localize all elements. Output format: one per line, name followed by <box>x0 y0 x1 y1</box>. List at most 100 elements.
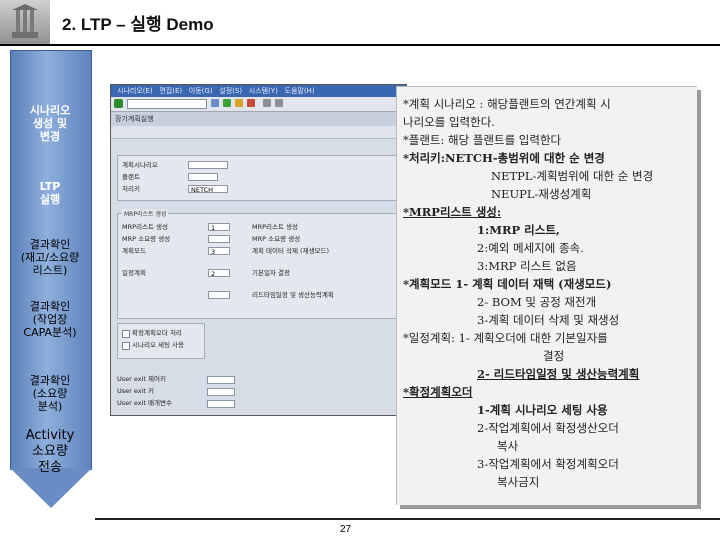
sap-menubar: 시나리오(E) 편집(E) 이동(G) 설정(S) 시스템(Y) 도움말(H) <box>111 85 406 97</box>
note-line: 3-계획 데이터 삭제 및 재생성 <box>477 313 620 327</box>
user-exit-param-input[interactable] <box>207 400 235 408</box>
step-line: 변경 <box>39 130 61 143</box>
process-bar: 시나리오 생성 및 변경 LTP 실행 결과확인 (재고/소요량 리스트) 결과… <box>10 50 92 508</box>
mrp-req-input[interactable] <box>208 235 230 243</box>
step-line: 소요량 <box>32 444 68 459</box>
field-label: MRP 소요량 생성 <box>122 235 171 243</box>
enter-icon[interactable] <box>114 99 123 108</box>
option-label: 계획 데이터 삭제 (재생모드) <box>252 247 330 255</box>
note-line: *계획 시나리오 : 해당플랜트의 연간계획 시 <box>403 95 611 113</box>
step-activity: Activity 소요량 전송 <box>10 428 90 476</box>
option-label: 기본일자 결정 <box>252 269 290 277</box>
save-icon[interactable] <box>211 99 219 107</box>
note-line: 3:MRP 리스트 없음 <box>477 259 577 273</box>
header-divider <box>0 44 720 46</box>
user-exit-key-input[interactable] <box>207 376 235 384</box>
page-number: 27 <box>340 524 352 535</box>
group-title: MRP리스트 생성 <box>122 209 169 218</box>
sap-toolbar <box>111 97 406 112</box>
step-line: CAPA분석) <box>23 326 77 339</box>
step-result-capa: 결과확인 (작업장 CAPA분석) <box>10 300 90 339</box>
user-exit-input[interactable] <box>207 388 235 396</box>
user-exit-label: User exit 제어키 <box>117 375 166 383</box>
menu-item[interactable]: 시나리오(E) <box>117 87 153 95</box>
step-result-stock: 결과확인 (재고/소요량 리스트) <box>10 238 90 277</box>
note-line: 1-계획 시나리오 세팅 사용 <box>477 403 608 417</box>
note-line: 결정 <box>543 349 565 363</box>
scheduling-input[interactable]: 2 <box>208 269 230 278</box>
note-line: 2- 리드타임일정 및 생산능력계획 <box>477 367 640 381</box>
option-label: MRP 소요량 생성 <box>252 235 301 243</box>
step-line: 결과확인 <box>29 238 71 251</box>
find-icon[interactable] <box>275 99 283 107</box>
field-label: 계획모드 <box>122 247 146 255</box>
option-label: 시나리오 세팅 사용 <box>132 341 184 349</box>
cancel-icon[interactable] <box>247 99 255 107</box>
print-icon[interactable] <box>263 99 271 107</box>
logo <box>0 0 50 46</box>
note-line: NEUPL-재생성계획 <box>491 187 592 201</box>
scenario-setting-checkbox[interactable] <box>122 342 130 350</box>
application-toolbar <box>111 126 406 139</box>
step-ltp-run: LTP 실행 <box>10 180 90 206</box>
step-scenario: 시나리오 생성 및 변경 <box>10 104 90 143</box>
back-icon[interactable] <box>223 99 231 107</box>
processing-key-input[interactable]: NETCH <box>188 185 228 194</box>
leadtime-input[interactable] <box>208 291 230 299</box>
step-line: 시나리오 <box>29 104 71 117</box>
step-line: (소요량 <box>32 387 68 400</box>
note-line: *일정계획: 1- 계획오더에 대한 기본일자를 <box>403 331 608 345</box>
step-line: 전송 <box>38 460 62 475</box>
menu-item[interactable]: 이동(G) <box>189 87 213 95</box>
page-title: 2. LTP – 실행 Demo <box>62 15 214 34</box>
note-line: *처리키:NETCH-총범위에 대한 순 변경 <box>403 151 605 165</box>
field-label: MRP리스트 생성 <box>122 223 169 231</box>
firm-orders-checkbox[interactable] <box>122 330 130 338</box>
note-line: *MRP리스트 생성: <box>403 205 502 219</box>
step-line: LTP <box>39 180 61 193</box>
option-label: MRP리스트 생성 <box>252 223 299 231</box>
menu-item[interactable]: 도움말(H) <box>285 87 315 95</box>
annotation-panel: *계획 시나리오 : 해당플랜트의 연간계획 시 나리오를 입력한다. *플랜트… <box>396 86 697 505</box>
step-line: (작업장 <box>32 313 68 326</box>
plant-input[interactable] <box>188 173 218 181</box>
note-text: *계획 시나리오 : 해당플랜트의 연간계획 시 <box>403 97 611 111</box>
menu-item[interactable]: 편집(E) <box>159 87 182 95</box>
slide-header: 2. LTP – 실행 Demo <box>0 0 720 46</box>
planning-mode-input[interactable]: 3 <box>208 247 230 256</box>
header-fields-group: 계획시나리오 플랜트 처리키 NETCH <box>117 155 401 201</box>
user-exit-label: User exit 매개변수 <box>117 399 172 407</box>
footer-divider <box>95 518 720 520</box>
step-line: 분석) <box>37 400 63 413</box>
step-line: (재고/소요량 <box>20 251 80 264</box>
step-line: 결과확인 <box>29 374 71 387</box>
note-line: 2:예외 메세지에 종속. <box>477 241 584 255</box>
control-params-group: MRP리스트 생성 MRP리스트 생성 1 MRP리스트 생성 MRP 소요량 … <box>117 209 401 319</box>
step-line: 리스트) <box>32 264 68 277</box>
note-line: 2- BOM 및 공정 재전개 <box>477 295 597 309</box>
step-line: 실행 <box>39 193 61 206</box>
field-label: 계획시나리오 <box>122 161 158 169</box>
note-line: 복사금지 <box>497 475 540 489</box>
sap-screen-title: 장기계획실행 <box>111 112 406 126</box>
note-line: 복사 <box>497 439 519 453</box>
option-label: 리드타임일정 및 생산능력계획 <box>252 291 334 299</box>
step-line: 결과확인 <box>29 300 71 313</box>
mrp-list-input[interactable]: 1 <box>208 223 230 232</box>
note-line: *확정계획오더 <box>403 385 473 399</box>
note-line: 3-작업계획에서 확정계획오더 <box>477 457 619 471</box>
statue-logo-icon <box>12 4 38 38</box>
sap-screen: 시나리오(E) 편집(E) 이동(G) 설정(S) 시스템(Y) 도움말(H) … <box>110 84 407 416</box>
field-label: 처리키 <box>122 185 140 193</box>
note-line: 2-작업계획에서 확정생산오더 <box>477 421 619 435</box>
step-line: Activity <box>25 428 75 443</box>
note-line: 1:MRP 리스트, <box>477 223 560 237</box>
menu-item[interactable]: 설정(S) <box>219 87 242 95</box>
command-field[interactable] <box>127 99 207 109</box>
field-label: 플랜트 <box>122 173 140 181</box>
menu-item[interactable]: 시스템(Y) <box>249 87 278 95</box>
scenario-input[interactable] <box>188 161 228 169</box>
exit-icon[interactable] <box>235 99 243 107</box>
option-label: 확정계획오더 처리 <box>132 329 182 337</box>
note-line: NETPL-계획범위에 대한 순 변경 <box>491 169 654 183</box>
